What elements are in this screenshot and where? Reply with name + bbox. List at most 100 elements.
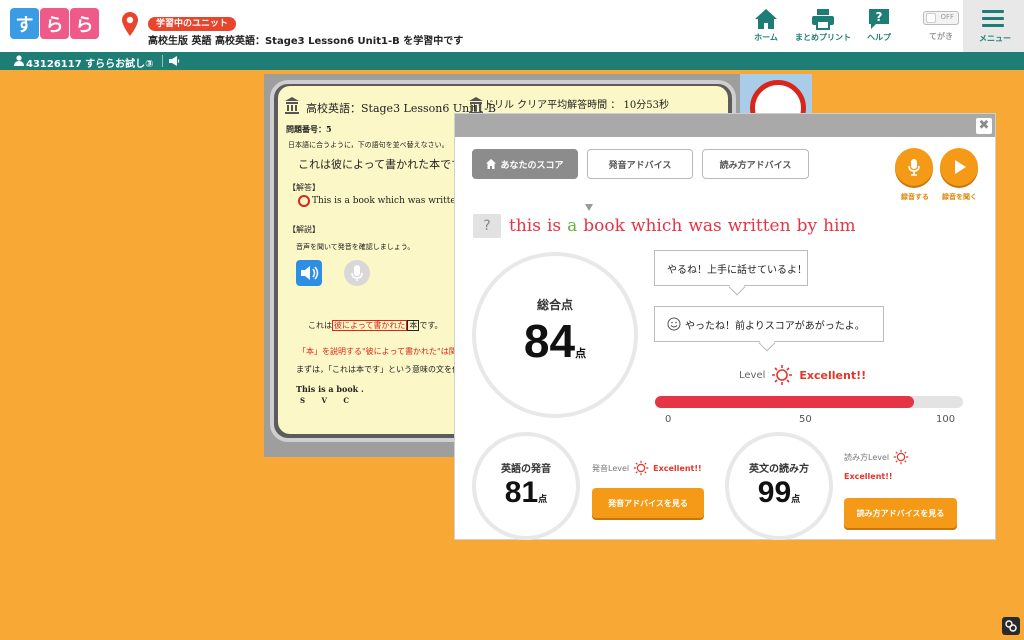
current-unit-text: 高校生版 英語 高校英語：Stage3 Lesson6 Unit1-B を学習中… xyxy=(148,36,464,47)
pronunciation-level-value: Excellent!! xyxy=(653,463,702,473)
user-bar-divider xyxy=(162,55,163,67)
total-score-circle: 総合点 84点 xyxy=(472,252,638,418)
play-recording-button[interactable] xyxy=(940,148,978,186)
reading-level-label: 読み方Level xyxy=(844,452,890,462)
evaluated-phrase: this is a book which was written by him xyxy=(509,214,862,238)
score-modal: ✖ あなたのスコア 発音アドバイス 読み方アドバイス 録音する 録音を聞く ? … xyxy=(454,113,996,540)
japanese-sentence: これは彼によって書かれた本です。 xyxy=(298,158,473,171)
toggle-state: OFF xyxy=(940,13,954,21)
tab-reading-advice[interactable]: 読み方アドバイス xyxy=(702,149,809,179)
speaker-icon xyxy=(301,266,319,280)
feedback-text-2: やったね！前よりスコアがあがったよ。 xyxy=(685,320,865,332)
total-score-label: 総合点 xyxy=(536,298,573,312)
feedback-bubble-1: やるね！上手に話せているよ！ xyxy=(654,250,808,296)
smile-icon xyxy=(667,317,681,331)
total-score: 84点 xyxy=(476,314,634,368)
logo-tile-3: ら xyxy=(70,8,99,39)
phrase-word: this xyxy=(509,216,541,236)
link-settings-button[interactable] xyxy=(1002,617,1020,635)
play-icon xyxy=(955,160,966,174)
audio-note: 音声を聞いて発音を確認しましょう。 xyxy=(296,243,415,251)
close-button[interactable]: ✖ xyxy=(976,118,992,134)
school-emblem-icon xyxy=(469,97,483,114)
menu-button[interactable]: メニュー xyxy=(963,0,1024,52)
reading-score-circle: 英文の読み方 99点 xyxy=(725,432,833,540)
grammar-example-noun: 本 xyxy=(407,320,420,331)
feedback-bubble-2: やったね！前よりスコアがあがったよ。 xyxy=(654,306,884,352)
explanation-heading: 【解説】 xyxy=(288,225,320,234)
microphone-icon xyxy=(351,265,363,281)
logo-tile-2: ら xyxy=(40,8,69,39)
record-button[interactable] xyxy=(895,148,933,186)
sun-icon xyxy=(893,449,909,465)
feedback-text-1: やるね！上手に話せているよ！ xyxy=(667,264,807,276)
grammar-example: これは 彼によって書かれた本です。 xyxy=(308,320,443,331)
pronunciation-label: 英語の発音 xyxy=(501,464,551,475)
hamburger-menu-icon xyxy=(982,10,1004,27)
user-id-name: 43126117 すららお試し③ xyxy=(26,59,154,70)
grammar-example-post: です。 xyxy=(419,321,443,330)
pronunciation-score-circle: 英語の発音 81点 xyxy=(472,432,580,540)
reading-level-value: Excellent!! xyxy=(844,472,893,481)
grammar-example-pre: これは xyxy=(308,321,332,330)
svc-labels: S V C xyxy=(300,396,356,405)
phrase-help-button[interactable]: ? xyxy=(473,214,501,238)
print-summary-button[interactable]: まとめプリント xyxy=(795,8,851,44)
handwriting-toggle[interactable]: OFF xyxy=(923,11,959,25)
surala-logo[interactable]: す ら ら xyxy=(10,8,99,39)
score-progress-track xyxy=(655,396,963,408)
home-button[interactable]: ホーム xyxy=(741,8,791,44)
average-clear-time: ドリル クリア平均解答時間 ： 10分53秒 xyxy=(484,100,669,111)
sun-icon xyxy=(772,365,793,385)
location-pin-icon xyxy=(122,12,138,36)
modal-titlebar xyxy=(455,114,995,137)
pronunciation-advice-button[interactable]: 発音アドバイスを見る xyxy=(592,488,704,518)
close-icon: ✖ xyxy=(978,118,990,133)
record-label: 録音する xyxy=(901,193,929,201)
tab-pronunciation-advice[interactable]: 発音アドバイス xyxy=(587,149,693,179)
answer-heading: 【解答】 xyxy=(288,183,320,192)
reading-level: 読み方Level xyxy=(844,449,909,465)
link-icon xyxy=(1005,620,1017,632)
print-summary-label: まとめプリント xyxy=(795,33,851,42)
total-score-unit: 点 xyxy=(575,347,587,360)
level-label: Level xyxy=(739,369,766,381)
phrase-word: was xyxy=(688,216,722,236)
user-bar: 43126117 すららお試し③ xyxy=(0,52,1024,70)
phrase-word: a xyxy=(567,216,578,236)
grammar-example-highlight: 彼によって書かれた xyxy=(332,320,408,331)
pronunciation-score-value: 81 xyxy=(504,476,539,509)
help-button[interactable]: ? ヘルプ xyxy=(854,8,904,44)
lesson-mic-button[interactable] xyxy=(344,260,370,286)
correct-mark-icon xyxy=(298,195,310,207)
progress-tick-50: 50 xyxy=(799,414,812,425)
bubble-tail xyxy=(758,334,776,352)
example-sentence: This is a book . xyxy=(296,384,364,394)
help-label: ヘルプ xyxy=(867,33,891,42)
tab-your-score-label: あなたのスコア xyxy=(500,160,564,171)
microphone-icon xyxy=(908,159,920,176)
reading-advice-button[interactable]: 読み方アドバイスを見る xyxy=(844,498,957,528)
printer-icon xyxy=(812,9,834,30)
level-value: Excellent!! xyxy=(799,368,867,382)
speaker-button[interactable] xyxy=(296,260,322,286)
reading-score: 99点 xyxy=(729,476,829,510)
question-instruction: 日本語に合うように，下の語句を並べ替えなさい。 xyxy=(288,141,449,149)
reading-label: 英文の読み方 xyxy=(749,464,809,475)
pronunciation-score: 81点 xyxy=(476,476,576,510)
sun-icon xyxy=(633,460,649,476)
megaphone-icon[interactable] xyxy=(168,55,180,67)
app-header: す ら ら 学習中のユニット 高校生版 英語 高校英語：Stage3 Lesso… xyxy=(0,0,1024,52)
phrase-pointer-icon xyxy=(585,204,593,211)
phrase-word: is xyxy=(546,216,562,236)
total-level: Level Excellent!! xyxy=(739,364,866,386)
question-number: 問題番号：5 xyxy=(286,124,332,134)
phrase-word: by xyxy=(796,216,818,236)
tab-your-score[interactable]: あなたのスコア xyxy=(472,149,578,179)
phrase-word: him xyxy=(823,216,856,236)
progress-tick-0: 0 xyxy=(665,414,672,425)
help-icon: ? xyxy=(869,9,889,29)
school-emblem-icon xyxy=(285,97,299,114)
home-label: ホーム xyxy=(754,33,778,42)
svg-text:?: ? xyxy=(876,10,883,24)
